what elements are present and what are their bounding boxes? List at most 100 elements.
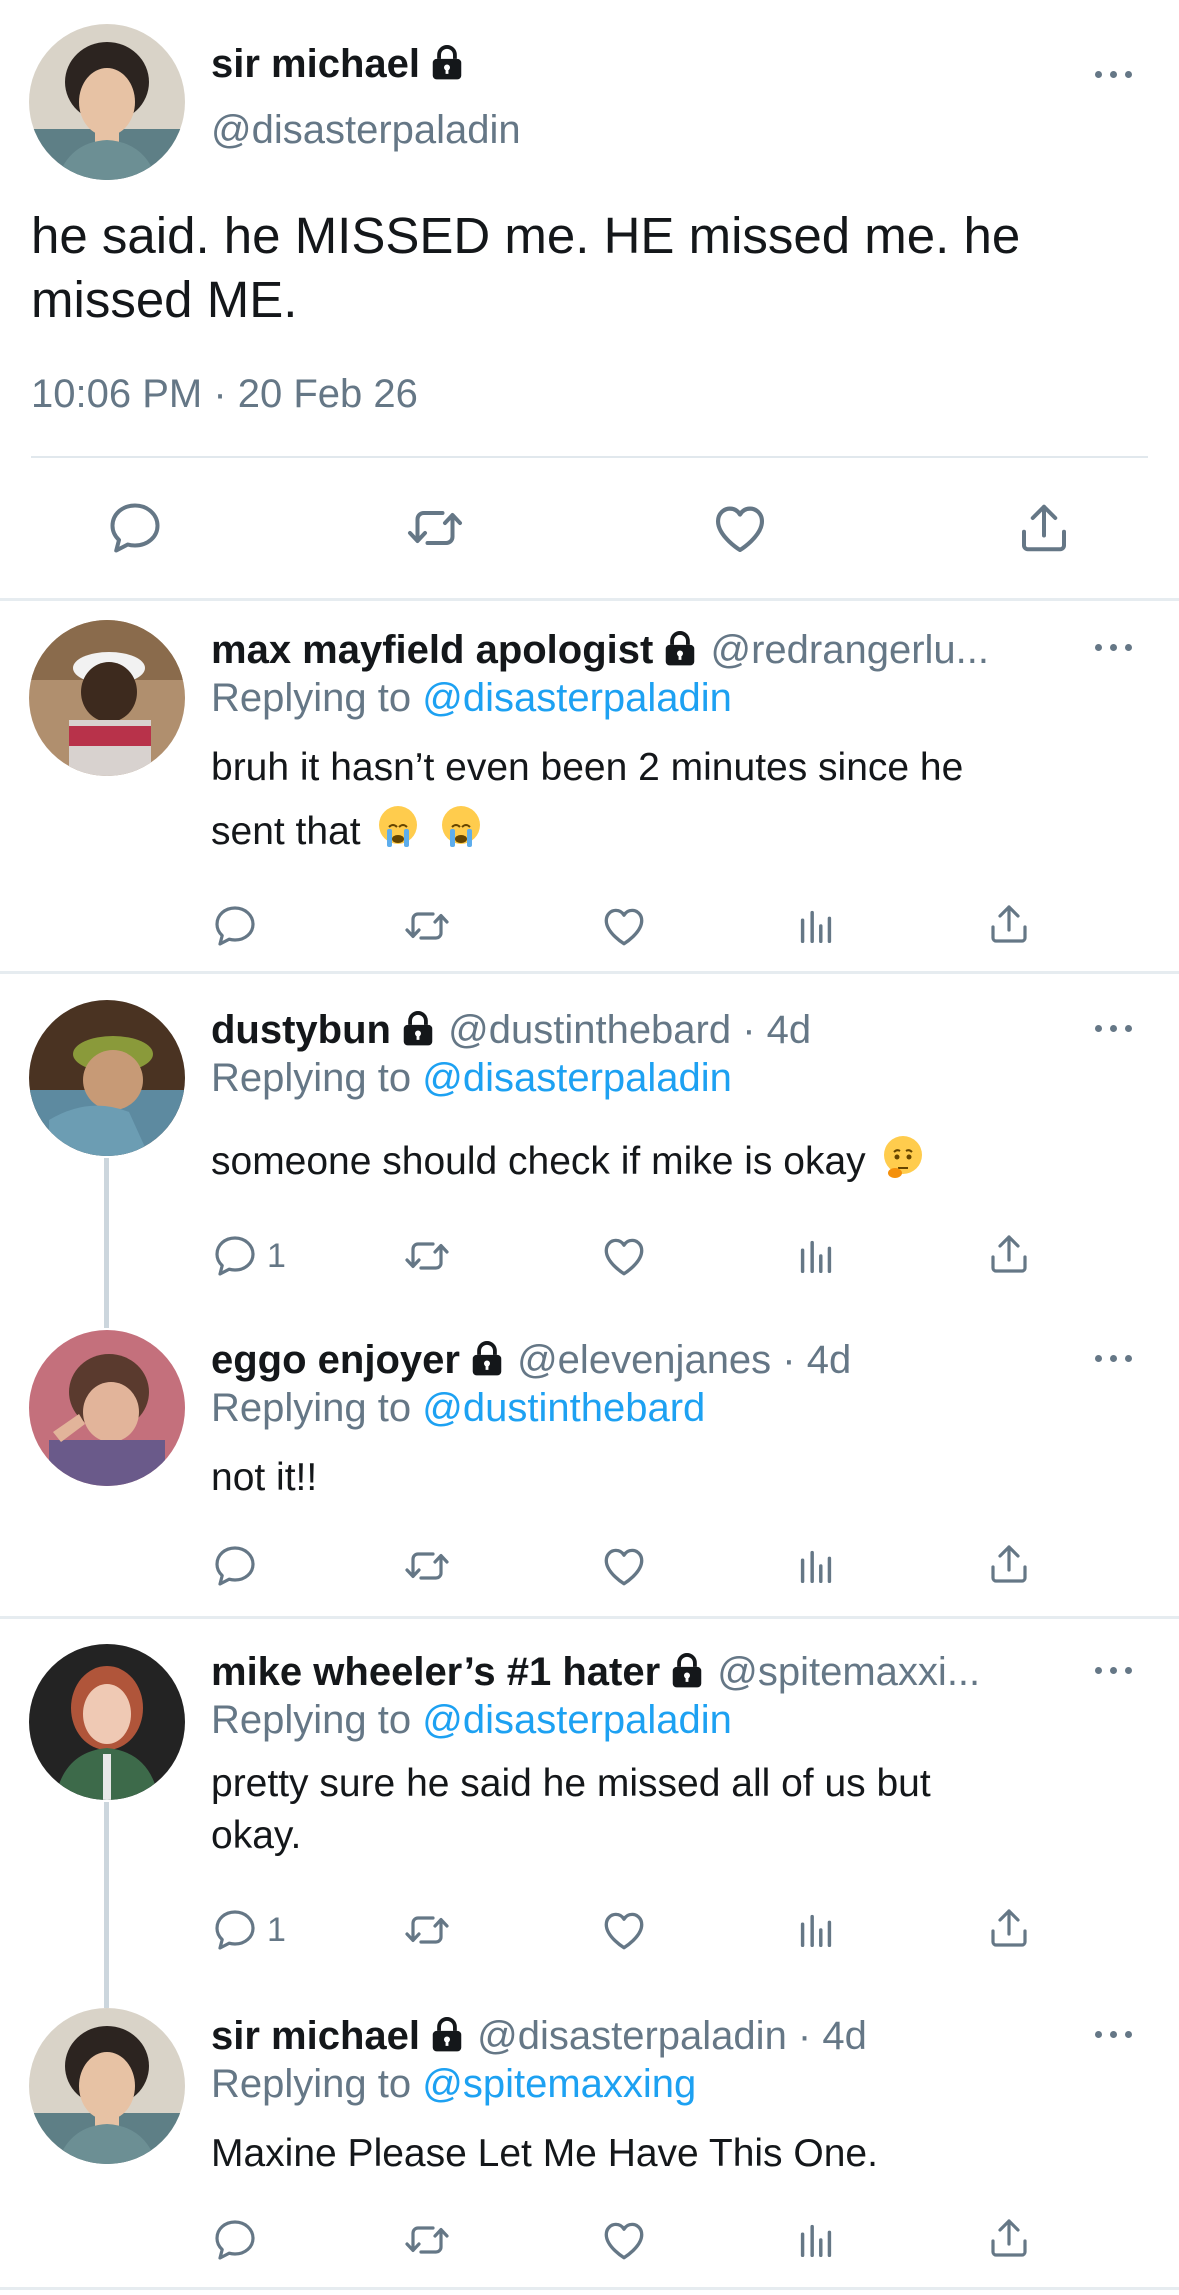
share-icon[interactable] [985, 1230, 1033, 1278]
divider [0, 2287, 1179, 2290]
mention-link[interactable]: @spitemaxxing [422, 2062, 696, 2106]
lock-icon [428, 2015, 466, 2053]
handle[interactable]: @redrangerlu... [710, 628, 989, 672]
share-icon[interactable] [985, 900, 1033, 948]
loudly-crying-emoji [379, 806, 418, 847]
timestamp[interactable]: 10:06 PM · 20 Feb 26 [31, 372, 418, 417]
reply-count: 1 [267, 1236, 286, 1275]
handle[interactable]: @disasterpaladin [211, 108, 521, 153]
handle[interactable]: @dustinthebard · 4d [448, 1008, 811, 1052]
analytics-icon[interactable] [793, 902, 839, 950]
retweet-icon[interactable] [403, 498, 467, 558]
display-name[interactable]: eggo enjoyer @elevenjanes · 4d [211, 1338, 851, 1383]
reply-button[interactable] [211, 2216, 267, 2264]
reply-text: not it!! [211, 1446, 317, 1510]
display-name[interactable]: dustybun @dustinthebard · 4d [211, 1008, 811, 1053]
analytics-icon[interactable] [793, 1906, 839, 1954]
replying-to-prefix: Replying to [211, 676, 412, 720]
avatar[interactable] [29, 2008, 185, 2164]
lock-icon [428, 43, 466, 81]
more-icon[interactable] [1095, 1664, 1135, 1676]
display-name[interactable]: sir michael [211, 42, 466, 87]
replying-to-prefix: Replying to [211, 2062, 412, 2106]
reply-text: Maxine Please Let Me Have This One. [211, 2122, 878, 2186]
share-icon[interactable] [985, 1904, 1033, 1952]
mention-link[interactable]: @disasterpaladin [422, 676, 732, 720]
reply-count: 1 [267, 1910, 286, 1949]
retweet-icon[interactable] [401, 1232, 453, 1280]
retweet-icon[interactable] [401, 2216, 453, 2264]
reply-text-line: someone should check if mike is okay [211, 1140, 866, 1183]
reply-button[interactable]: 1 [211, 1906, 286, 1954]
avatar[interactable] [29, 24, 185, 180]
retweet-icon[interactable] [401, 1542, 453, 1590]
display-name[interactable]: mike wheeler’s #1 hater @spitemaxxi... [211, 1650, 980, 1695]
share-icon[interactable] [985, 1540, 1033, 1588]
divider [0, 1616, 1179, 1619]
replying-to-prefix: Replying to [211, 1386, 412, 1430]
like-icon[interactable] [599, 1231, 649, 1281]
like-icon[interactable] [599, 901, 649, 951]
lock-icon [668, 1651, 706, 1689]
like-icon[interactable] [599, 2215, 649, 2265]
thread-line [104, 1158, 109, 1328]
replying-to-prefix: Replying to [211, 1056, 412, 1100]
reply-icon [211, 2216, 259, 2264]
tweet-text: he said. he MISSED me. HE missed me. he … [31, 204, 1020, 332]
analytics-icon[interactable] [793, 1232, 839, 1280]
reply-text-line: Maxine Please Let Me Have This One. [211, 2132, 878, 2175]
reply-text: pretty sure he said he missed all of us … [211, 1758, 931, 1862]
reply-button[interactable]: 1 [211, 1232, 286, 1280]
more-icon[interactable] [1095, 2028, 1135, 2040]
thread-line [104, 1802, 109, 2008]
more-icon[interactable] [1095, 641, 1135, 653]
more-icon[interactable] [1095, 1022, 1135, 1034]
handle[interactable]: @disasterpaladin · 4d [477, 2014, 867, 2058]
more-icon[interactable] [1095, 68, 1135, 80]
reply-icon[interactable] [105, 498, 165, 558]
divider [0, 971, 1179, 974]
avatar[interactable] [29, 1000, 185, 1156]
display-name[interactable]: sir michael @disasterpaladin · 4d [211, 2014, 867, 2059]
display-name-text: dustybun [211, 1008, 391, 1052]
reply-text-line: bruh it hasn’t even been 2 minutes since… [211, 746, 964, 789]
reply-text-line: sent that [211, 800, 963, 864]
mention-link[interactable]: @disasterpaladin [422, 1056, 732, 1100]
mention-link[interactable]: @dustinthebard [422, 1386, 705, 1430]
retweet-icon[interactable] [401, 1906, 453, 1954]
reply-button[interactable] [211, 1542, 267, 1590]
reply-text-line: not it!! [211, 1456, 318, 1499]
like-icon[interactable] [599, 1541, 649, 1591]
share-icon[interactable] [1014, 498, 1074, 558]
tweet-text-line: missed ME. [31, 271, 298, 328]
lock-icon [468, 1339, 506, 1377]
display-name-text: eggo enjoyer [211, 1338, 460, 1382]
analytics-icon[interactable] [793, 2216, 839, 2264]
handle[interactable]: @spitemaxxi... [717, 1650, 980, 1694]
display-name-text: mike wheeler’s #1 hater [211, 1650, 661, 1694]
retweet-icon[interactable] [401, 902, 453, 950]
replying-to: Replying to @spitemaxxing [211, 2062, 696, 2107]
reply-text: bruh it hasn’t even been 2 minutes since… [211, 736, 963, 864]
mention-link[interactable]: @disasterpaladin [422, 1698, 732, 1742]
reply-icon [211, 902, 259, 950]
reply-text: someone should check if mike is okay [211, 1130, 923, 1194]
avatar[interactable] [29, 1330, 185, 1486]
like-icon[interactable] [599, 1905, 649, 1955]
reply-text-fragment: sent that [211, 810, 361, 853]
display-name-text: max mayfield apologist [211, 628, 654, 672]
replying-to: Replying to @disasterpaladin [211, 1698, 732, 1743]
share-icon[interactable] [985, 2214, 1033, 2262]
timestamp-divider [31, 456, 1148, 458]
display-name-text: sir michael [211, 42, 421, 86]
avatar[interactable] [29, 620, 185, 776]
handle[interactable]: @elevenjanes · 4d [517, 1338, 851, 1382]
like-icon[interactable] [709, 497, 771, 559]
tweet-text-line: he said. he MISSED me. HE missed me. he [31, 207, 1021, 264]
more-icon[interactable] [1095, 1352, 1135, 1364]
reply-text-line: pretty sure he said he missed all of us … [211, 1762, 931, 1805]
reply-button[interactable] [211, 902, 267, 950]
avatar[interactable] [29, 1644, 185, 1800]
display-name[interactable]: max mayfield apologist @redrangerlu... [211, 628, 989, 673]
analytics-icon[interactable] [793, 1542, 839, 1590]
